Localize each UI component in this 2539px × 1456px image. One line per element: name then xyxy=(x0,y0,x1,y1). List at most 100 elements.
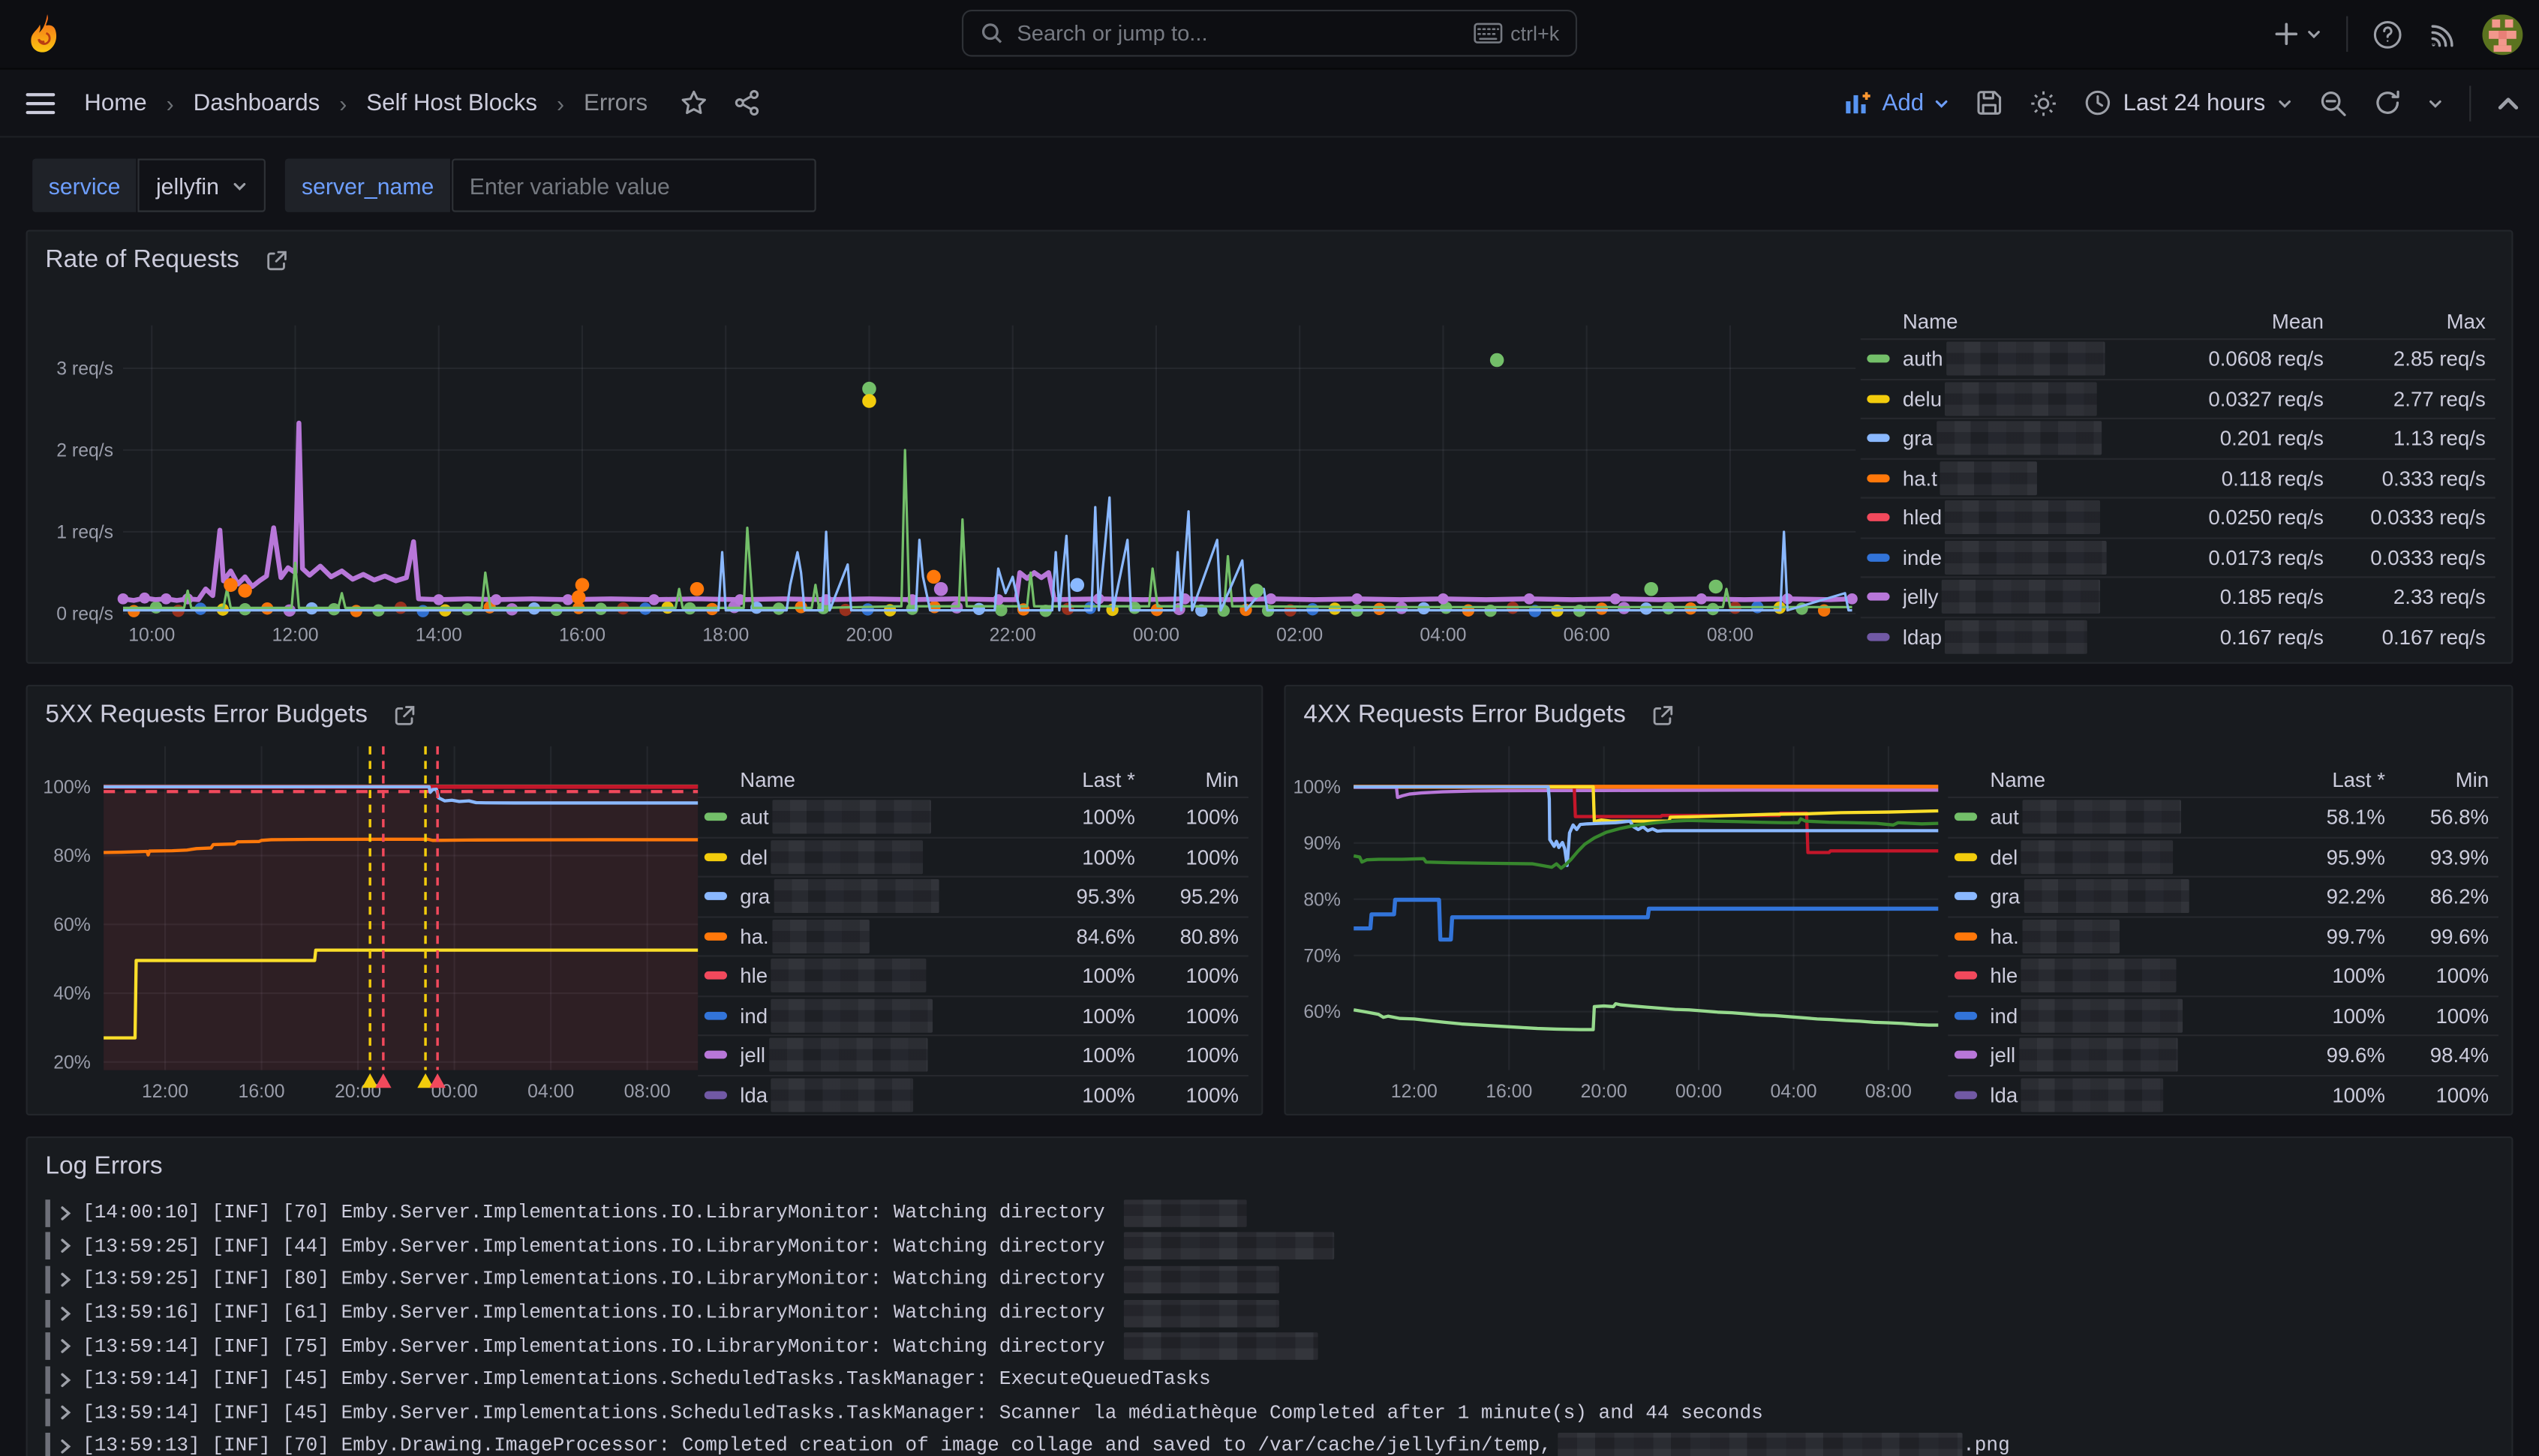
series-name[interactable]: lda xyxy=(1990,1082,2018,1106)
series-name[interactable]: ha. xyxy=(1990,924,2018,948)
menu-hamburger-icon[interactable] xyxy=(26,92,56,114)
legend-row[interactable]: delu0.0327 req/s2.77 req/s xyxy=(1861,378,2495,418)
legend-row[interactable]: hled0.0250 req/s0.0333 req/s xyxy=(1861,497,2495,537)
legend-col-2[interactable]: Min xyxy=(1135,767,1248,791)
series-name[interactable]: inde xyxy=(1903,545,1942,569)
series-name[interactable]: auth xyxy=(1903,347,1943,371)
log-line[interactable]: [13:59:14] [INF] [45] Emby.Server.Implem… xyxy=(45,1397,2498,1430)
help-icon[interactable] xyxy=(2372,19,2403,50)
legend-row[interactable]: del95.9%93.9% xyxy=(1948,836,2498,876)
log-line[interactable]: [13:59:14] [INF] [75] Emby.Server.Implem… xyxy=(45,1330,2498,1363)
log-line[interactable]: [13:59:25] [INF] [44] Emby.Server.Implem… xyxy=(45,1229,2498,1262)
series-name[interactable]: ha. xyxy=(740,924,768,948)
series-name[interactable]: hled xyxy=(1903,506,1942,530)
series-color-swatch[interactable] xyxy=(705,893,727,901)
time-range-picker[interactable]: Last 24 hours xyxy=(2084,89,2293,117)
series-color-swatch[interactable] xyxy=(1955,932,1977,941)
log-line[interactable]: [13:59:14] [INF] [45] Emby.Server.Implem… xyxy=(45,1363,2498,1396)
series-color-swatch[interactable] xyxy=(1867,514,1889,522)
legend-row[interactable]: ha.99.7%99.6% xyxy=(1948,915,2498,955)
breadcrumb-folder[interactable]: Self Host Blocks xyxy=(366,90,537,116)
series-name[interactable]: ind xyxy=(740,1004,768,1028)
legend-row[interactable]: lda100%100% xyxy=(698,1074,1248,1114)
series-color-swatch[interactable] xyxy=(705,1091,727,1099)
legend-col-name[interactable]: Name xyxy=(740,767,1015,791)
series-name[interactable]: del xyxy=(740,845,768,869)
new-button[interactable] xyxy=(2273,21,2322,47)
legend-row[interactable]: ha.t0.118 req/s0.333 req/s xyxy=(1861,458,2495,497)
series-color-swatch[interactable] xyxy=(1867,434,1889,443)
series-color-swatch[interactable] xyxy=(705,813,727,821)
series-color-swatch[interactable] xyxy=(1867,593,1889,601)
series-color-swatch[interactable] xyxy=(705,971,727,980)
legend-row[interactable]: hle100%100% xyxy=(698,955,1248,995)
legend-col-name[interactable]: Name xyxy=(1990,767,2265,791)
collapse-toolbar-icon[interactable] xyxy=(2497,95,2519,111)
log-line[interactable]: [13:59:25] [INF] [80] Emby.Server.Implem… xyxy=(45,1263,2498,1296)
breadcrumb-dashboards[interactable]: Dashboards xyxy=(194,90,320,116)
series-color-swatch[interactable] xyxy=(1955,1051,1977,1059)
series-name[interactable]: gra xyxy=(1903,426,1933,450)
search-input[interactable]: Search or jump to... ctrl+k xyxy=(962,10,1577,57)
zoom-out-icon[interactable] xyxy=(2318,89,2348,118)
expand-log-chevron-icon[interactable] xyxy=(59,1404,73,1422)
series-color-swatch[interactable] xyxy=(1867,554,1889,562)
legend-row[interactable]: jell99.6%98.4% xyxy=(1948,1034,2498,1074)
legend-row[interactable]: gra95.3%95.2% xyxy=(698,876,1248,916)
legend-row[interactable]: auth0.0608 req/s2.85 req/s xyxy=(1861,338,2495,378)
series-color-swatch[interactable] xyxy=(705,1051,727,1059)
panel-title[interactable]: Log Errors xyxy=(45,1153,162,1182)
legend-col-name[interactable]: Name xyxy=(1903,308,2129,332)
expand-log-chevron-icon[interactable] xyxy=(59,1304,73,1322)
series-name[interactable]: aut xyxy=(1990,805,2018,829)
expand-log-chevron-icon[interactable] xyxy=(59,1337,73,1355)
log-line[interactable]: [13:59:16] [INF] [61] Emby.Server.Implem… xyxy=(45,1296,2498,1329)
legend-col-2[interactable]: Min xyxy=(2385,767,2498,791)
legend-col-1[interactable]: Mean xyxy=(2129,308,2324,332)
legend-row[interactable]: ind100%100% xyxy=(1948,995,2498,1034)
series-color-swatch[interactable] xyxy=(1867,632,1889,641)
series-color-swatch[interactable] xyxy=(705,932,727,941)
legend-row[interactable]: jell100%100% xyxy=(698,1034,1248,1074)
share-icon[interactable] xyxy=(734,89,762,117)
series-color-swatch[interactable] xyxy=(1867,395,1889,403)
legend-col-1[interactable]: Last * xyxy=(2265,767,2385,791)
legend-row[interactable]: aut100%100% xyxy=(698,797,1248,836)
series-name[interactable]: gra xyxy=(740,884,770,908)
series-color-swatch[interactable] xyxy=(1955,1091,1977,1099)
series-name[interactable]: hle xyxy=(1990,964,2018,988)
series-name[interactable]: lda xyxy=(740,1082,768,1106)
log-line[interactable]: [14:00:10] [INF] [70] Emby.Server.Implem… xyxy=(45,1196,2498,1229)
legend-row[interactable]: ha.84.6%80.8% xyxy=(698,915,1248,955)
dashboard-settings-gear-icon[interactable] xyxy=(2029,89,2058,118)
series-color-swatch[interactable] xyxy=(1955,853,1977,861)
series-name[interactable]: jelly xyxy=(1903,585,1939,609)
variable-service-select[interactable]: jellyfin xyxy=(138,158,266,212)
legend-row[interactable]: del100%100% xyxy=(698,836,1248,876)
series-name[interactable]: jell xyxy=(740,1043,765,1067)
series-name[interactable]: delu xyxy=(1903,386,1942,410)
series-color-swatch[interactable] xyxy=(1955,893,1977,901)
series-name[interactable]: del xyxy=(1990,845,2018,869)
expand-log-chevron-icon[interactable] xyxy=(59,1204,73,1222)
series-color-swatch[interactable] xyxy=(1867,355,1889,363)
series-color-swatch[interactable] xyxy=(1867,474,1889,482)
legend-row[interactable]: ind100%100% xyxy=(698,995,1248,1034)
refresh-icon[interactable] xyxy=(2374,89,2402,117)
legend-col-2[interactable]: Max xyxy=(2324,308,2495,332)
expand-log-chevron-icon[interactable] xyxy=(59,1370,73,1388)
series-color-swatch[interactable] xyxy=(1955,1011,1977,1019)
news-rss-icon[interactable] xyxy=(2427,19,2458,50)
favorite-star-icon[interactable] xyxy=(680,89,708,117)
legend-row[interactable]: gra0.201 req/s1.13 req/s xyxy=(1861,418,2495,458)
legend-row[interactable]: hle100%100% xyxy=(1948,955,2498,995)
series-name[interactable]: aut xyxy=(740,805,768,829)
series-name[interactable]: ind xyxy=(1990,1004,2018,1028)
legend-row[interactable]: jelly0.185 req/s2.33 req/s xyxy=(1861,576,2495,616)
series-name[interactable]: jell xyxy=(1990,1043,2015,1067)
series-color-swatch[interactable] xyxy=(705,1011,727,1019)
refresh-interval-dropdown[interactable] xyxy=(2427,95,2444,111)
series-name[interactable]: ha.t xyxy=(1903,466,1937,490)
legend-row[interactable]: lda100%100% xyxy=(1948,1074,2498,1114)
series-name[interactable]: gra xyxy=(1990,884,2020,908)
